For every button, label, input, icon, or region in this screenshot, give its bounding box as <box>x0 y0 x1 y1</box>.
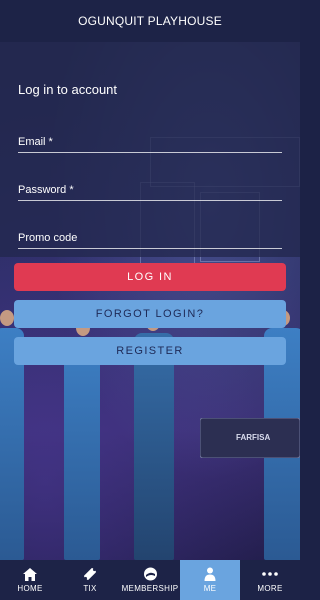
ticket-icon <box>82 567 98 581</box>
home-icon <box>22 567 38 581</box>
person-icon <box>202 567 218 581</box>
tab-label: MORE <box>257 584 283 593</box>
keyboard-instrument: FARFISA <box>200 418 300 458</box>
forgot-login-button[interactable]: FORGOT LOGIN? <box>14 300 286 328</box>
tab-label: ME <box>203 584 217 593</box>
password-field[interactable] <box>18 179 282 201</box>
tab-label: TIX <box>83 584 97 593</box>
email-field[interactable] <box>18 131 282 153</box>
top-bar: OGUNQUIT PLAYHOUSE <box>0 0 300 42</box>
login-heading: Log in to account <box>18 82 118 97</box>
tab-tix[interactable]: TIX <box>60 560 120 600</box>
email-input[interactable] <box>18 131 282 152</box>
tab-label: MEMBERSHIP <box>121 584 179 593</box>
tab-me[interactable]: ME <box>180 560 240 600</box>
register-button[interactable]: REGISTER <box>14 337 286 365</box>
tab-more[interactable]: MORE <box>240 560 300 600</box>
promo-code-field[interactable] <box>18 227 282 249</box>
tab-home[interactable]: HOME <box>0 560 60 600</box>
login-button[interactable]: LOG IN <box>14 263 286 291</box>
tab-membership[interactable]: MEMBERSHIP <box>120 560 180 600</box>
promo-code-input[interactable] <box>18 227 282 248</box>
more-icon <box>262 567 278 581</box>
keyboard-brand: FARFISA <box>236 433 270 442</box>
app-title: OGUNQUIT PLAYHOUSE <box>78 14 222 28</box>
membership-icon <box>142 567 158 581</box>
bottom-tab-bar: HOME TIX MEMBERSHIP ME MORE <box>0 560 300 600</box>
tab-label: HOME <box>17 584 43 593</box>
password-input[interactable] <box>18 179 282 200</box>
